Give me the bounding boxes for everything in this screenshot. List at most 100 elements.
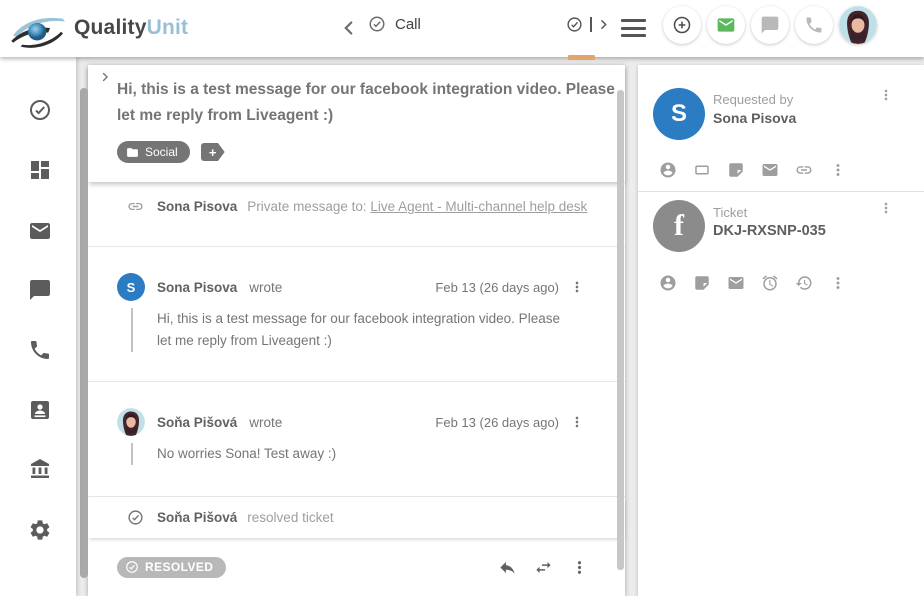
sidebar-item-tickets[interactable] [28,98,52,122]
message-date: Feb 13 (26 days ago) [435,280,559,295]
requester-card: S Requested by Sona Pisova [638,65,924,192]
sidebar-item-settings[interactable] [28,518,52,542]
author-name: Soňa Pišová [157,415,237,430]
chats-button[interactable] [751,6,789,44]
message-date: Feb 13 (26 days ago) [435,415,559,430]
sidebar-item-dashboard[interactable] [28,158,52,182]
sidebar-item-calls[interactable] [28,338,52,362]
requester-label: Requested by [713,92,793,107]
tag-label: Social [145,145,178,159]
ticket-title: Hi, this is a test message for our faceb… [117,77,615,129]
facebook-channel-icon[interactable]: f [653,200,705,252]
tab-menu-button[interactable] [621,17,646,39]
footer-actions [498,558,589,577]
private-message-text: Sona Pisova Private message to: Live Agen… [157,199,587,214]
tab-call[interactable]: Call [368,15,421,33]
mail-icon [716,15,736,35]
status-badge[interactable]: RESOLVED [117,557,226,578]
sidebar-item-mail[interactable] [28,219,52,243]
tags-row: Social + [117,141,225,163]
author-name: Sona Pisova [157,280,237,295]
add-new-button[interactable] [663,6,701,44]
reply-icon[interactable] [498,558,517,577]
ticket-label: Ticket [713,205,747,220]
folder-icon [126,146,139,159]
requester-avatar[interactable]: S [653,88,705,140]
check-circle-icon [125,560,139,574]
history-icon[interactable] [795,274,813,292]
ticket-header: Hi, this is a test message for our faceb… [88,65,625,182]
ticket-detail-panel: Hi, this is a test message for our faceb… [88,65,625,596]
message-header: Soňa Pišová wrote Feb 13 (26 days ago) [88,408,625,436]
user-avatar[interactable] [839,6,877,44]
tab-active-ticket[interactable] [566,16,611,33]
check-circle-icon [566,16,583,33]
more-vert-icon[interactable] [829,274,847,292]
sidebar-item-chat[interactable] [28,278,52,302]
requester-actions [659,161,847,179]
ticket-id[interactable]: DKJ-RXSNP-035 [713,223,826,239]
link-icon[interactable] [795,161,813,179]
more-vert-icon[interactable] [570,558,589,577]
thread-scrollbar[interactable] [617,90,624,570]
emails-button[interactable] [707,6,745,44]
calls-button[interactable] [795,6,833,44]
author-name: Soňa Pišová [157,510,237,525]
card-icon[interactable] [693,161,711,179]
action-label: wrote [249,415,282,430]
chat-bubble-icon [760,15,780,35]
ticket-info-card: f Ticket DKJ-RXSNP-035 [638,192,924,310]
mail-icon[interactable] [727,274,745,292]
ticket-footer: RESOLVED [88,538,625,596]
qualityunit-logo-icon [8,4,70,52]
more-vert-icon[interactable] [829,161,847,179]
check-circle-icon [368,15,386,33]
message-item: S Sona Pisova wrote Feb 13 (26 days ago)… [88,247,625,382]
message-body: Hi, this is a test message for our faceb… [131,308,571,352]
more-vert-icon[interactable] [878,87,894,103]
brand-name: QualityUnit [74,16,188,40]
plus-circle-icon [672,15,692,35]
requester-name[interactable]: Sona Pisova [713,110,796,126]
phone-icon [804,15,824,35]
app-logo[interactable]: QualityUnit [8,4,188,52]
agent-photo-icon [117,408,145,436]
message-body: No worries Sona! Test away :) [131,443,571,465]
action-label: wrote [249,280,282,295]
more-vert-icon[interactable] [878,200,894,216]
chevron-right-icon [596,17,611,32]
private-target-link[interactable]: Live Agent - Multi-channel help desk [370,199,587,214]
alarm-icon[interactable] [761,274,779,292]
left-nav-sidebar [0,57,76,596]
expand-header-icon[interactable] [98,70,112,84]
note-icon[interactable] [727,161,745,179]
avatar [117,408,145,436]
event-resolved: Soňa Pišová resolved ticket [88,497,625,538]
status-label: RESOLVED [145,560,213,574]
tab-call-label: Call [395,16,421,33]
note-icon[interactable] [693,274,711,292]
ticket-actions [659,274,847,292]
agent-photo-icon [839,6,877,44]
mail-icon[interactable] [761,161,779,179]
person-icon[interactable] [659,274,677,292]
active-tab-indicator [568,55,595,60]
private-label: Private message to: [247,199,366,214]
more-vert-icon[interactable] [569,279,585,295]
transfer-icon[interactable] [534,558,553,577]
ticket-list-scrollbar[interactable] [80,88,88,578]
add-tag-button[interactable]: + [201,143,225,161]
message-item: Soňa Pišová wrote Feb 13 (26 days ago) N… [88,382,625,497]
person-icon[interactable] [659,161,677,179]
message-header: S Sona Pisova wrote Feb 13 (26 days ago) [88,273,625,301]
action-label: resolved ticket [247,510,333,525]
event-private-message: Sona Pisova Private message to: Live Agen… [88,182,625,247]
link-icon [127,198,144,215]
tab-scroll-left-icon[interactable] [338,17,360,39]
more-vert-icon[interactable] [569,414,585,430]
tag-social[interactable]: Social [117,141,190,163]
sidebar-item-companies[interactable] [28,457,52,481]
brand-secondary: Unit [147,16,189,39]
author-name: Sona Pisova [157,199,237,214]
sidebar-item-contacts[interactable] [28,398,52,422]
